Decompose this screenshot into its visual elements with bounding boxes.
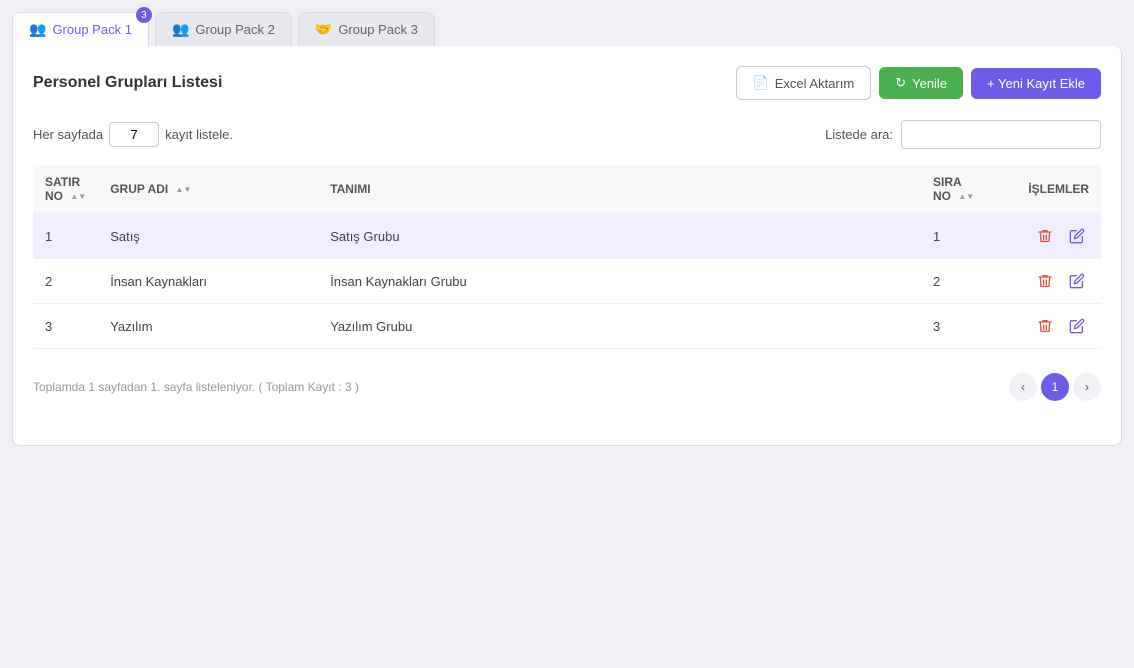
action-icons-0: [1013, 224, 1089, 248]
col-sira-no: SIRANO ▲▼: [921, 165, 1001, 214]
delete-button-2[interactable]: [1033, 314, 1057, 338]
pagination-next[interactable]: ›: [1073, 373, 1101, 401]
cell-tanim-0: Satış Grubu: [318, 214, 921, 259]
refresh-button[interactable]: ↻ Yenile: [879, 67, 963, 99]
tab-tab3[interactable]: 🤝 Group Pack 3: [298, 12, 435, 46]
edit-button-2[interactable]: [1065, 314, 1089, 338]
cell-grup-2: Yazılım: [98, 304, 318, 349]
cell-satir-0: 1: [33, 214, 98, 259]
main-content: Personel Grupları Listesi 📄 Excel Aktarı…: [12, 46, 1122, 446]
cell-grup-0: Satış: [98, 214, 318, 259]
tab-label-tab3: Group Pack 3: [338, 22, 418, 37]
footer-info: Toplamda 1 sayfadan 1. sayfa listeleniyo…: [33, 380, 359, 394]
table-row: 2İnsan Kaynaklarıİnsan Kaynakları Grubu2: [33, 259, 1101, 304]
col-islemler: İŞLEMLER: [1001, 165, 1101, 214]
action-icons-2: [1013, 314, 1089, 338]
col-satir-no: SATIRNO ▲▼: [33, 165, 98, 214]
table-row: 3YazılımYazılım Grubu3: [33, 304, 1101, 349]
sort-grup-icon[interactable]: ▲▼: [176, 186, 192, 194]
search-label: Listede ara:: [825, 127, 893, 142]
tab-tab2[interactable]: 👥 Group Pack 2: [155, 12, 292, 46]
content-header: Personel Grupları Listesi 📄 Excel Aktarı…: [33, 66, 1101, 100]
cell-sira-2: 3: [921, 304, 1001, 349]
tab-icon-tab3: 🤝: [315, 21, 332, 38]
col-grup-adi: GRUP ADI ▲▼: [98, 165, 318, 214]
refresh-icon: ↻: [895, 75, 906, 91]
table-row: 1SatışSatış Grubu1: [33, 214, 1101, 259]
header-buttons: 📄 Excel Aktarım ↻ Yenile + Yeni Kayıt Ek…: [736, 66, 1101, 100]
search-input[interactable]: [901, 120, 1101, 149]
pagination-prev[interactable]: ‹: [1009, 373, 1037, 401]
cell-tanim-2: Yazılım Grubu: [318, 304, 921, 349]
excel-icon: 📄: [753, 75, 769, 91]
data-table: SATIRNO ▲▼ GRUP ADI ▲▼ TANIMI SIRANO ▲▼ …: [33, 165, 1101, 349]
page-numbers: 1: [1041, 373, 1069, 401]
cell-satir-2: 3: [33, 304, 98, 349]
cell-tanim-1: İnsan Kaynakları Grubu: [318, 259, 921, 304]
action-icons-1: [1013, 269, 1089, 293]
per-page-input[interactable]: [109, 122, 159, 147]
add-record-button[interactable]: + Yeni Kayıt Ekle: [971, 68, 1101, 99]
cell-islemler-1: [1001, 259, 1101, 304]
tab-label-tab1: Group Pack 1: [52, 22, 132, 37]
table-body: 1SatışSatış Grubu12İnsan Kaynaklarıİnsan…: [33, 214, 1101, 349]
tab-bar: 3 👥 Group Pack 1 👥 Group Pack 2 🤝 Group Pack 3: [0, 0, 1134, 46]
excel-export-button[interactable]: 📄 Excel Aktarım: [736, 66, 872, 100]
edit-button-1[interactable]: [1065, 269, 1089, 293]
per-page-control: Her sayfada kayıt listele.: [33, 122, 233, 147]
footer-row: Toplamda 1 sayfadan 1. sayfa listeleniyo…: [33, 365, 1101, 401]
cell-sira-1: 2: [921, 259, 1001, 304]
tab-badge-tab1: 3: [136, 7, 152, 23]
col-tanim: TANIMI: [318, 165, 921, 214]
tab-icon-tab1: 👥: [29, 21, 46, 38]
pagination: ‹ 1 ›: [1009, 373, 1101, 401]
cell-sira-0: 1: [921, 214, 1001, 259]
tab-icon-tab2: 👥: [172, 21, 189, 38]
tab-tab1[interactable]: 3👥Group Pack 1: [12, 12, 149, 46]
cell-islemler-0: [1001, 214, 1101, 259]
cell-satir-1: 2: [33, 259, 98, 304]
tab-label-tab2: Group Pack 2: [195, 22, 275, 37]
delete-button-0[interactable]: [1033, 224, 1057, 248]
page-btn-1[interactable]: 1: [1041, 373, 1069, 401]
sort-sira-icon[interactable]: ▲▼: [958, 193, 974, 201]
delete-button-1[interactable]: [1033, 269, 1057, 293]
per-page-label-before: Her sayfada: [33, 127, 103, 142]
cell-islemler-2: [1001, 304, 1101, 349]
sort-satir-icon[interactable]: ▲▼: [70, 193, 86, 201]
edit-button-0[interactable]: [1065, 224, 1089, 248]
per-page-label-after: kayıt listele.: [165, 127, 233, 142]
table-header: SATIRNO ▲▼ GRUP ADI ▲▼ TANIMI SIRANO ▲▼ …: [33, 165, 1101, 214]
search-row: Listede ara:: [825, 120, 1101, 149]
controls-row: Her sayfada kayıt listele. Listede ara:: [33, 120, 1101, 149]
cell-grup-1: İnsan Kaynakları: [98, 259, 318, 304]
page-title: Personel Grupları Listesi: [33, 74, 222, 92]
